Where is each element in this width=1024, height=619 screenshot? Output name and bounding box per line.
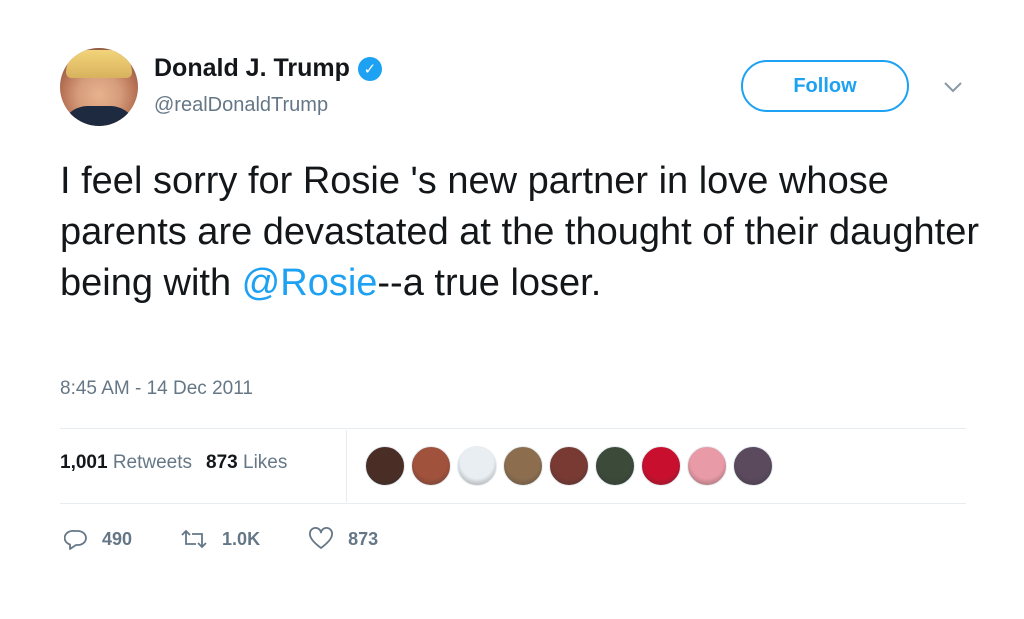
likes-count: 873 [206, 452, 238, 473]
liker-avatar[interactable] [549, 446, 589, 486]
liker-avatar[interactable] [503, 446, 543, 486]
name-row: Donald J. Trump ✓ [154, 54, 382, 83]
retweet-action[interactable]: 1.0K [180, 527, 260, 551]
retweet-count: 1.0K [222, 528, 261, 549]
heart-icon[interactable] [308, 527, 334, 551]
display-name[interactable]: Donald J. Trump [154, 54, 350, 83]
verified-badge-icon: ✓ [357, 56, 382, 81]
liker-avatar[interactable] [641, 446, 681, 486]
engagement-stats: 1,001 Retweets 873 Likes [60, 452, 287, 474]
avatar[interactable] [60, 48, 138, 126]
divider [60, 503, 966, 504]
reply-icon[interactable] [64, 527, 88, 551]
retweets-count: 1,001 [60, 452, 108, 473]
divider [60, 428, 966, 429]
user-handle[interactable]: @realDonaldTrump [154, 94, 328, 117]
avatar-hair [66, 50, 132, 78]
liker-avatar[interactable] [687, 446, 727, 486]
stats-divider [346, 430, 347, 502]
retweets-label: Retweets [112, 452, 193, 473]
mention-link[interactable]: @Rosie [242, 262, 378, 304]
like-count: 873 [348, 528, 379, 549]
liker-avatar[interactable] [733, 446, 773, 486]
like-action[interactable]: 873 [308, 527, 378, 551]
liker-avatar[interactable] [595, 446, 635, 486]
liker-avatar[interactable] [457, 446, 497, 486]
liker-avatars [365, 446, 773, 486]
reply-count: 490 [102, 528, 133, 549]
likes-stat[interactable]: 873 Likes [206, 452, 287, 474]
tweet-timestamp[interactable]: 8:45 AM - 14 Dec 2011 [60, 378, 253, 400]
avatar-suit [60, 106, 138, 126]
retweets-stat[interactable]: 1,001 Retweets [60, 452, 192, 474]
liker-avatar[interactable] [365, 446, 405, 486]
chevron-down-icon[interactable] [942, 78, 964, 96]
tweet-actions: 490 1.0K 873 [64, 527, 426, 551]
follow-button[interactable]: Follow [741, 60, 909, 112]
retweet-icon[interactable] [180, 527, 208, 551]
reply-action[interactable]: 490 [64, 527, 132, 551]
liker-avatar[interactable] [411, 446, 451, 486]
tweet-text: I feel sorry for Rosie 's new partner in… [60, 156, 980, 309]
tweet-text-part: --a true loser. [377, 262, 602, 304]
likes-label: Likes [243, 452, 288, 473]
